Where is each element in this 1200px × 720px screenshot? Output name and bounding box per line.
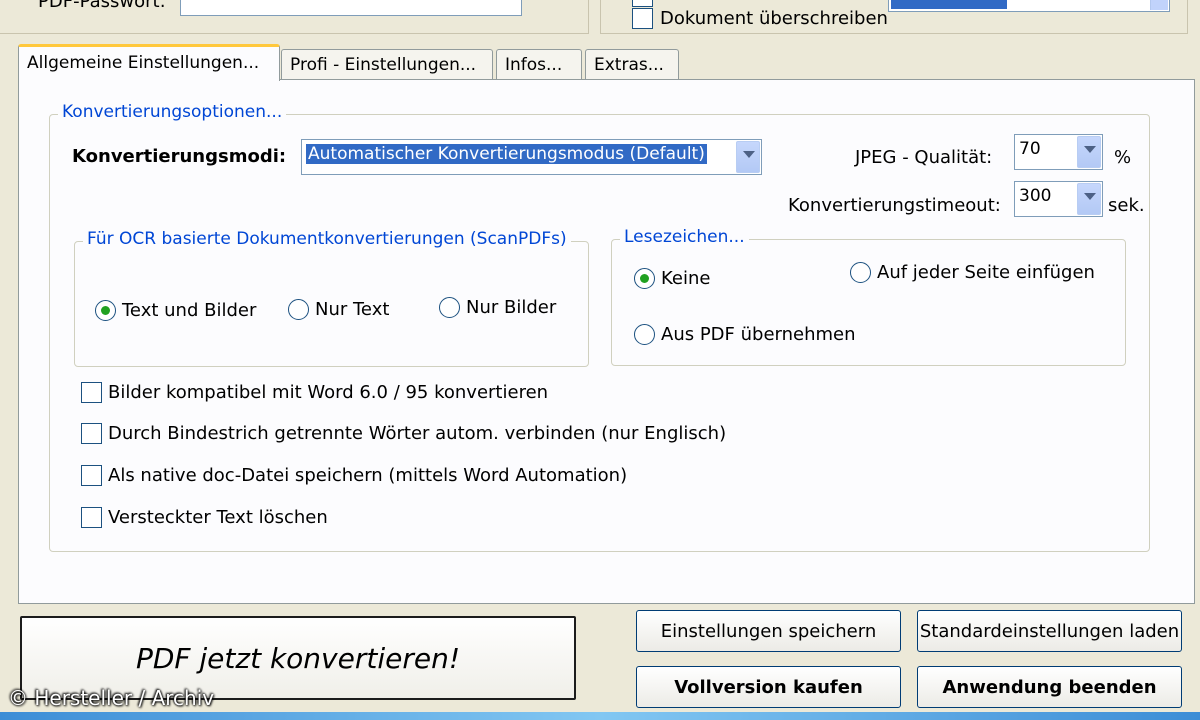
timeout-select[interactable]: 300 xyxy=(1014,181,1103,217)
jpeg-quality-unit: % xyxy=(1114,147,1132,168)
bookmarks-option-every-page[interactable]: Auf jeder Seite einfügen xyxy=(850,262,1095,283)
chevron-down-icon[interactable] xyxy=(1150,0,1168,10)
output-folder-combo[interactable] xyxy=(888,0,1170,12)
bookmarks-option-none[interactable]: Keine xyxy=(634,268,710,289)
quit-application-button[interactable]: Anwendung beenden xyxy=(917,666,1182,708)
password-input[interactable] xyxy=(180,0,522,16)
ocr-option-text-only[interactable]: Nur Text xyxy=(288,299,389,320)
copyright-watermark: © Hersteller / Archiv xyxy=(8,686,215,710)
load-defaults-button[interactable]: Standardeinstellungen laden xyxy=(917,610,1182,652)
checkbox[interactable] xyxy=(81,465,102,486)
tab-extras[interactable]: Extras... xyxy=(585,49,679,79)
overwrite-checkbox[interactable] xyxy=(632,8,653,29)
timeout-label: Konvertierungstimeout: xyxy=(788,195,1001,216)
checkbox-label: Durch Bindestrich getrennte Wörter autom… xyxy=(108,423,727,444)
buy-full-version-button[interactable]: Vollversion kaufen xyxy=(636,666,901,708)
conversion-mode-select[interactable]: Automatischer Konvertierungsmodus (Defau… xyxy=(301,139,762,175)
tab-infos[interactable]: Infos... xyxy=(496,49,582,79)
taskbar-strip xyxy=(0,712,1200,720)
jpeg-quality-select[interactable]: 70 xyxy=(1014,134,1103,170)
checkbox-label: Versteckter Text löschen xyxy=(108,507,328,528)
bookmarks-option-from-pdf[interactable]: Aus PDF übernehmen xyxy=(634,324,856,345)
general-settings-panel: Konvertierungsoptionen... Konvertierungs… xyxy=(18,79,1195,604)
timeout-unit: sek. xyxy=(1108,195,1145,216)
tab-allgemeine-einstellungen[interactable]: Allgemeine Einstellungen... xyxy=(18,44,280,81)
checkbox[interactable] xyxy=(81,507,102,528)
save-settings-button[interactable]: Einstellungen speichern xyxy=(636,610,901,652)
ocr-option-label: Nur Text xyxy=(315,299,390,320)
chevron-down-icon[interactable] xyxy=(736,141,760,173)
ocr-group: Für OCR basierte Dokumentkonvertierungen… xyxy=(74,229,589,367)
bookmarks-option-label: Aus PDF übernehmen xyxy=(661,324,856,345)
top-settings-strip: PDF-Passwort: Dokument überschreiben xyxy=(0,0,1200,36)
checkbox-word6-images[interactable]: Bilder kompatibel mit Word 6.0 / 95 konv… xyxy=(81,382,548,403)
timeout-value: 300 xyxy=(1019,186,1052,206)
radio-button[interactable] xyxy=(95,300,116,321)
ocr-option-images-only[interactable]: Nur Bilder xyxy=(439,297,556,318)
chevron-down-icon[interactable] xyxy=(1077,183,1101,215)
checkbox-join-hyphenated[interactable]: Durch Bindestrich getrennte Wörter autom… xyxy=(81,423,726,444)
checkbox-delete-hidden-text[interactable]: Versteckter Text löschen xyxy=(81,507,328,528)
radio-button[interactable] xyxy=(288,299,309,320)
radio-button[interactable] xyxy=(850,262,871,283)
ocr-option-label: Nur Bilder xyxy=(466,297,557,318)
checkbox[interactable] xyxy=(81,382,102,403)
ocr-option-text-and-images[interactable]: Text und Bilder xyxy=(95,300,256,321)
checkbox[interactable] xyxy=(81,423,102,444)
chevron-down-icon[interactable] xyxy=(1077,136,1101,168)
bookmarks-group: Lesezeichen... Keine Auf jeder Seite ein… xyxy=(611,227,1126,366)
conversion-options-title: Konvertierungsoptionen... xyxy=(58,102,287,122)
settings-tabs: Allgemeine Einstellungen... Profi - Eins… xyxy=(18,44,1188,81)
bookmarks-group-title: Lesezeichen... xyxy=(620,227,749,247)
password-label: PDF-Passwort: xyxy=(38,0,166,12)
checkbox-label: Bilder kompatibel mit Word 6.0 / 95 konv… xyxy=(108,382,549,403)
conversion-mode-value: Automatischer Konvertierungsmodus (Defau… xyxy=(306,144,707,164)
ocr-group-title: Für OCR basierte Dokumentkonvertierungen… xyxy=(83,229,571,249)
radio-button[interactable] xyxy=(439,297,460,318)
ocr-option-label: Text und Bilder xyxy=(122,300,257,321)
radio-button[interactable] xyxy=(634,324,655,345)
radio-button[interactable] xyxy=(634,268,655,289)
overwrite-label: Dokument überschreiben xyxy=(660,8,888,29)
checkbox-native-doc[interactable]: Als native doc-Datei speichern (mittels … xyxy=(81,465,627,486)
jpeg-quality-value: 70 xyxy=(1019,139,1041,159)
checkbox-label: Als native doc-Datei speichern (mittels … xyxy=(108,465,628,486)
conversion-mode-label: Konvertierungsmodi: xyxy=(72,146,287,167)
tab-profi-einstellungen[interactable]: Profi - Einstellungen... xyxy=(281,49,493,79)
output-option-checkbox[interactable] xyxy=(632,0,653,7)
jpeg-quality-label: JPEG - Qualität: xyxy=(855,147,993,168)
bookmarks-option-label: Keine xyxy=(661,268,711,289)
output-folder-selection xyxy=(891,0,1007,9)
bookmarks-option-label: Auf jeder Seite einfügen xyxy=(877,262,1095,283)
